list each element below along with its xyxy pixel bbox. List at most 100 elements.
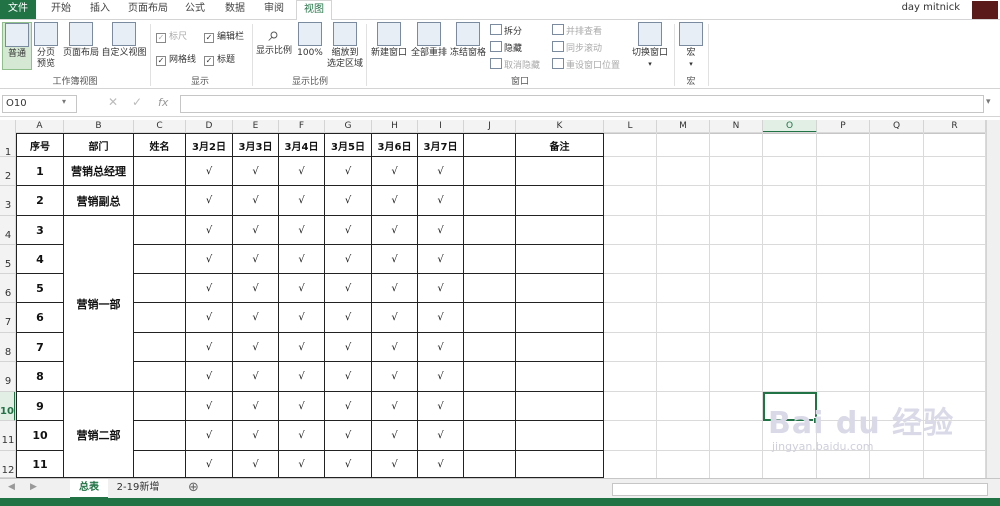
check-cell[interactable]: √ (186, 421, 233, 451)
remarks-cell[interactable] (516, 157, 604, 186)
check-cell[interactable]: √ (418, 186, 464, 216)
seq-cell[interactable]: 4 (16, 245, 64, 274)
check-cell[interactable]: √ (186, 392, 233, 421)
remarks-cell[interactable] (516, 392, 604, 421)
check-cell[interactable]: √ (279, 392, 325, 421)
check-cell[interactable]: √ (233, 451, 279, 478)
check-cell[interactable]: √ (279, 186, 325, 216)
check-cell[interactable]: √ (233, 274, 279, 303)
next-sheet-icon[interactable]: ▶ (30, 482, 37, 492)
tab-view[interactable]: 视图 (296, 0, 332, 21)
row-header[interactable]: 1 (0, 133, 16, 158)
check-cell[interactable]: √ (279, 333, 325, 362)
row-header[interactable]: 6 (0, 274, 16, 303)
table-header-cell[interactable]: 序号 (16, 133, 64, 157)
sheet-tab-new[interactable]: 2-19新增 (110, 479, 166, 497)
check-cell[interactable]: √ (418, 274, 464, 303)
seq-cell[interactable]: 5 (16, 274, 64, 303)
tab-page-layout[interactable]: 页面布局 (124, 0, 172, 19)
remarks-cell[interactable] (516, 421, 604, 451)
name-cell[interactable] (134, 216, 186, 245)
table-header-cell[interactable]: 部门 (64, 133, 134, 157)
row-header[interactable]: 8 (0, 333, 16, 362)
name-cell[interactable] (134, 451, 186, 478)
remarks-cell[interactable] (516, 245, 604, 274)
arrange-all-button[interactable]: 全部重排 (410, 22, 448, 59)
check-cell[interactable]: √ (325, 333, 372, 362)
check-cell[interactable]: √ (279, 451, 325, 478)
seq-cell[interactable]: 1 (16, 157, 64, 186)
enter-icon[interactable]: ✓ (132, 95, 142, 109)
custom-views-button[interactable]: 自定义视图 (101, 22, 147, 59)
check-cell[interactable]: √ (325, 157, 372, 186)
normal-view-button[interactable]: 普通 (2, 22, 32, 70)
check-cell[interactable]: √ (418, 333, 464, 362)
check-cell[interactable]: √ (186, 451, 233, 478)
seq-cell[interactable]: 9 (16, 392, 64, 421)
check-cell[interactable]: √ (279, 157, 325, 186)
reset-window-position-button[interactable]: 重设窗口位置 (552, 58, 620, 71)
dept-cell[interactable]: 营销副总 (64, 186, 134, 216)
remarks-cell[interactable] (516, 274, 604, 303)
check-cell[interactable]: √ (233, 421, 279, 451)
table-header-cell[interactable]: 3月6日 (372, 133, 418, 157)
hide-button[interactable]: 隐藏 (490, 41, 522, 54)
check-cell[interactable]: √ (186, 216, 233, 245)
check-cell[interactable]: √ (372, 186, 418, 216)
zoom-to-selection-button[interactable]: 缩放到 选定区域 (327, 22, 363, 70)
table-header-cell[interactable] (464, 133, 516, 157)
remarks-cell[interactable] (516, 216, 604, 245)
check-cell[interactable]: √ (186, 303, 233, 333)
seq-cell[interactable]: 3 (16, 216, 64, 245)
seq-cell[interactable]: 10 (16, 421, 64, 451)
new-window-button[interactable]: 新建窗口 (370, 22, 408, 59)
check-cell[interactable]: √ (418, 451, 464, 478)
tab-data[interactable]: 数据 (218, 0, 252, 19)
check-cell[interactable]: √ (233, 303, 279, 333)
row-header[interactable]: 11 (0, 421, 16, 451)
blank-cell[interactable] (464, 186, 516, 216)
chevron-down-icon[interactable]: ▾ (62, 97, 66, 106)
name-cell[interactable] (134, 303, 186, 333)
user-name[interactable]: day mitnick (902, 2, 960, 13)
chevron-down-icon[interactable]: ▾ (986, 97, 991, 107)
name-cell[interactable] (134, 333, 186, 362)
row-header[interactable]: 4 (0, 216, 16, 245)
name-cell[interactable] (134, 392, 186, 421)
page-break-preview-button[interactable]: 分页 预览 (32, 22, 60, 70)
check-cell[interactable]: √ (186, 274, 233, 303)
table-header-cell[interactable]: 3月2日 (186, 133, 233, 157)
prev-sheet-icon[interactable]: ◀ (8, 482, 15, 492)
table-header-cell[interactable]: 3月5日 (325, 133, 372, 157)
check-cell[interactable]: √ (279, 303, 325, 333)
switch-windows-button[interactable]: 切换窗口 ▾ (630, 22, 670, 70)
check-cell[interactable]: √ (418, 421, 464, 451)
check-cell[interactable]: √ (418, 245, 464, 274)
vertical-scrollbar[interactable] (986, 120, 1000, 478)
tab-insert[interactable]: 插入 (83, 0, 117, 19)
remarks-cell[interactable] (516, 303, 604, 333)
check-cell[interactable]: √ (186, 362, 233, 392)
table-header-cell[interactable]: 姓名 (134, 133, 186, 157)
formula-bar-checkbox[interactable]: ✓ 编辑栏 (204, 29, 244, 43)
check-cell[interactable]: √ (325, 216, 372, 245)
check-cell[interactable]: √ (325, 274, 372, 303)
check-cell[interactable]: √ (372, 421, 418, 451)
blank-cell[interactable] (464, 392, 516, 421)
tab-formulas[interactable]: 公式 (178, 0, 212, 19)
table-header-cell[interactable]: 3月4日 (279, 133, 325, 157)
name-cell[interactable] (134, 362, 186, 392)
side-by-side-button[interactable]: 并排查看 (552, 24, 602, 37)
blank-cell[interactable] (464, 245, 516, 274)
check-cell[interactable]: √ (186, 157, 233, 186)
name-cell[interactable] (134, 186, 186, 216)
check-cell[interactable]: √ (186, 186, 233, 216)
row-header[interactable]: 5 (0, 245, 16, 274)
dept-cell[interactable]: 营销一部 (64, 216, 134, 392)
sync-scroll-button[interactable]: 同步滚动 (552, 41, 602, 54)
zoom-button[interactable]: ⌕ 显示比例 (255, 22, 293, 57)
check-cell[interactable]: √ (372, 157, 418, 186)
blank-cell[interactable] (464, 421, 516, 451)
formula-input[interactable] (180, 95, 984, 113)
check-cell[interactable]: √ (325, 421, 372, 451)
